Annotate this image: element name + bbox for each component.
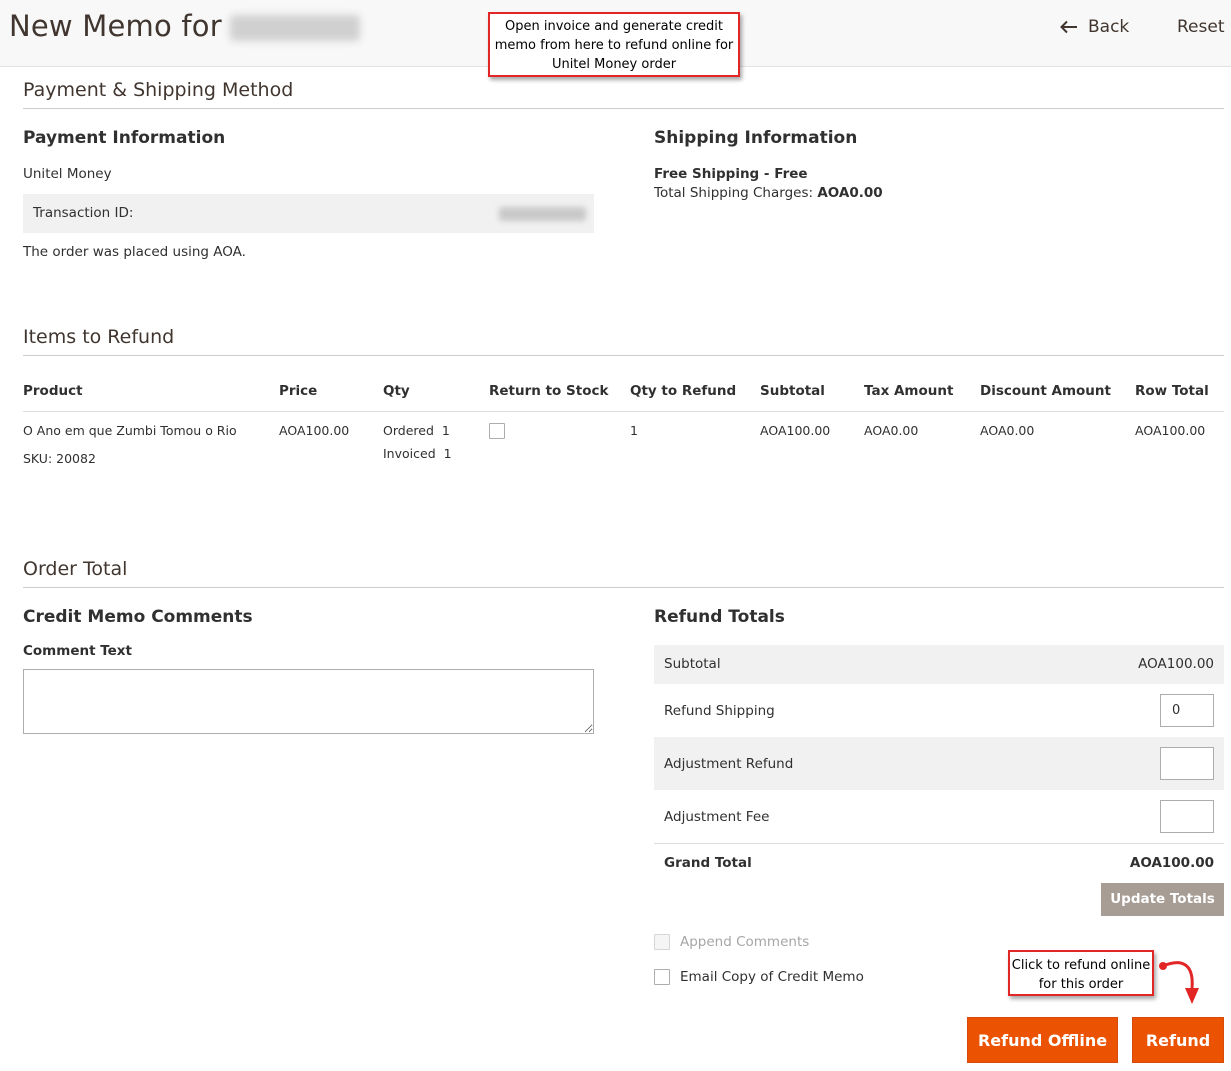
- adjustment-refund-label: Adjustment Refund: [664, 756, 794, 772]
- adjustment-refund-input[interactable]: [1160, 747, 1214, 780]
- item-subtotal: AOA100.00: [760, 423, 831, 438]
- product-name: O Ano em que Zumbi Tomou o Rio: [23, 423, 237, 438]
- column-header-tax-amount: Tax Amount: [864, 383, 954, 399]
- order-currency-note: The order was placed using AOA.: [23, 244, 246, 260]
- section-title-items: Items to Refund: [23, 326, 175, 348]
- comment-text-label: Comment Text: [23, 643, 132, 659]
- column-header-product: Product: [23, 383, 83, 399]
- grand-total-value: AOA100.00: [1129, 855, 1214, 871]
- transaction-id-label: Transaction ID:: [33, 205, 134, 221]
- page-title: New Memo for: [9, 9, 360, 43]
- adjustment-fee-input[interactable]: [1160, 800, 1214, 833]
- item-row-total: AOA100.00: [1135, 423, 1206, 438]
- column-header-price: Price: [279, 383, 318, 399]
- annotation-callout-refund: Click to refund online for this order: [1008, 950, 1154, 996]
- payment-information-title: Payment Information: [23, 128, 226, 148]
- subtotal-value: AOA100.00: [1138, 656, 1214, 672]
- refund-totals-title: Refund Totals: [654, 607, 785, 627]
- shipping-method: Free Shipping - Free: [654, 166, 808, 182]
- item-price: AOA100.00: [279, 423, 350, 438]
- column-header-discount-amount: Discount Amount: [980, 383, 1111, 399]
- return-to-stock-checkbox[interactable]: [489, 423, 505, 439]
- refund-shipping-input[interactable]: 0: [1160, 694, 1214, 727]
- table-header-divider: [23, 411, 1224, 412]
- column-header-qty: Qty: [383, 383, 410, 399]
- grand-total-label: Grand Total: [664, 855, 752, 871]
- column-header-row-total: Row Total: [1135, 383, 1209, 399]
- grand-total-row: Grand Total AOA100.00: [654, 844, 1224, 882]
- column-header-qty-to-refund: Qty to Refund: [630, 383, 737, 399]
- refund-offline-button[interactable]: Refund Offline: [967, 1017, 1118, 1063]
- update-totals-button[interactable]: Update Totals: [1101, 883, 1224, 916]
- column-header-return-to-stock: Return to Stock: [489, 383, 609, 399]
- shipping-charges-value: AOA0.00: [817, 185, 883, 201]
- redacted-transaction-id: [499, 207, 586, 221]
- refund-shipping-label: Refund Shipping: [664, 703, 775, 719]
- append-comments-checkbox[interactable]: [654, 934, 670, 950]
- section-title-payment-shipping: Payment & Shipping Method: [23, 79, 294, 101]
- back-button[interactable]: Back: [1060, 17, 1129, 37]
- column-header-subtotal: Subtotal: [760, 383, 825, 399]
- email-copy-label: Email Copy of Credit Memo: [680, 969, 864, 985]
- qty-to-refund: 1: [630, 423, 638, 438]
- email-copy-checkbox[interactable]: [654, 969, 670, 985]
- section-title-order-total: Order Total: [23, 558, 128, 580]
- shipping-information-title: Shipping Information: [654, 128, 858, 148]
- reset-button[interactable]: Reset: [1177, 17, 1225, 37]
- refund-button[interactable]: Refund: [1132, 1017, 1224, 1063]
- annotation-callout-top: Open invoice and generate credit memo fr…: [488, 12, 740, 77]
- section-divider: [23, 587, 1224, 588]
- qty-invoiced: Invoiced 1: [383, 446, 452, 461]
- product-sku: SKU: 20082: [23, 451, 96, 466]
- adjustment-fee-row: Adjustment Fee: [654, 790, 1224, 843]
- subtotal-label: Subtotal: [664, 656, 721, 672]
- section-divider: [23, 355, 1224, 356]
- credit-memo-comments-title: Credit Memo Comments: [23, 607, 253, 627]
- payment-method: Unitel Money: [23, 166, 112, 182]
- adjustment-refund-row: Adjustment Refund: [654, 737, 1224, 790]
- curved-arrow-icon: [1159, 961, 1199, 1004]
- shipping-charges: Total Shipping Charges: AOA0.00: [654, 185, 883, 201]
- refund-shipping-row: Refund Shipping 0: [654, 684, 1224, 737]
- redacted-order-id: [229, 15, 360, 41]
- qty-ordered: Ordered 1: [383, 423, 450, 438]
- comment-text-input[interactable]: [23, 669, 594, 734]
- item-discount: AOA0.00: [980, 423, 1035, 438]
- append-comments-label: Append Comments: [680, 934, 810, 950]
- arrow-left-icon: [1060, 20, 1077, 34]
- transaction-id-row: Transaction ID:: [23, 194, 594, 233]
- item-tax: AOA0.00: [864, 423, 919, 438]
- subtotal-row: Subtotal AOA100.00: [654, 645, 1224, 684]
- adjustment-fee-label: Adjustment Fee: [664, 809, 770, 825]
- section-divider: [23, 108, 1224, 109]
